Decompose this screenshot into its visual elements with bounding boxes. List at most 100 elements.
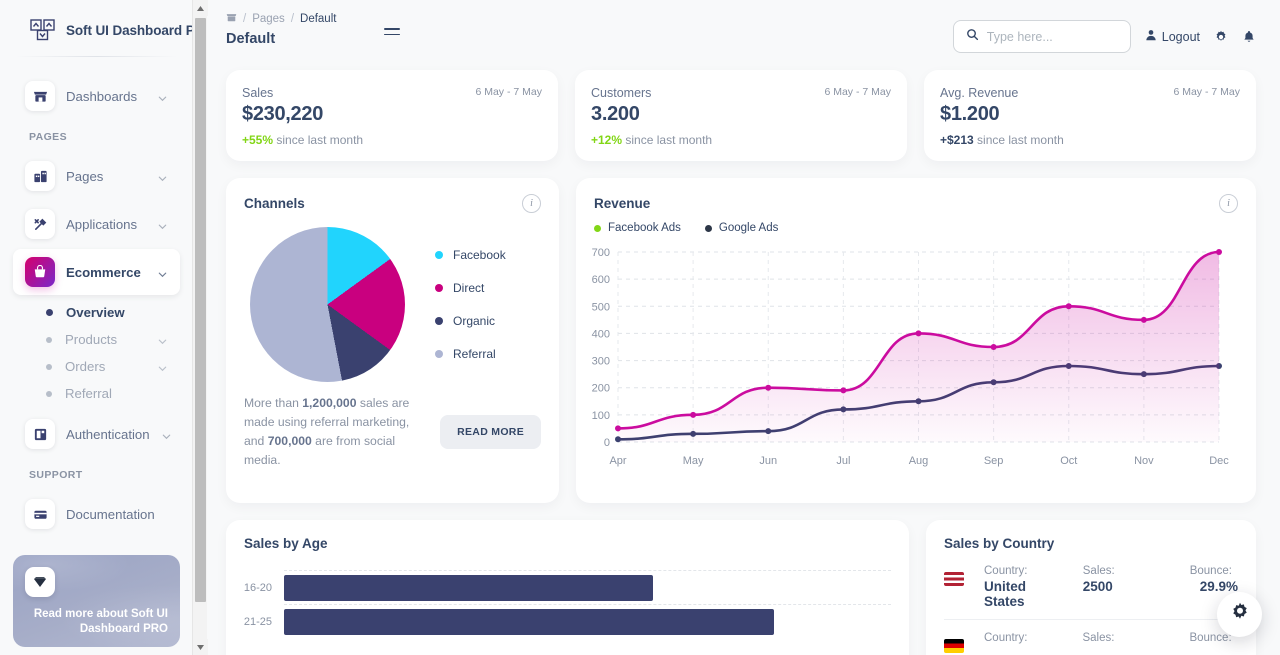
- x-axis-tick: Sep: [984, 455, 1004, 467]
- sidebar-item-applications[interactable]: Applications: [13, 201, 180, 247]
- column-header-sales: Sales:: [1082, 565, 1115, 577]
- sidebar-item-overview[interactable]: Overview: [31, 299, 180, 326]
- cell-country: United States: [984, 579, 1026, 609]
- search-input[interactable]: [986, 29, 1118, 44]
- data-point[interactable]: [1065, 303, 1072, 310]
- pie-legend-item[interactable]: Direct: [435, 281, 506, 295]
- bell-icon[interactable]: [1242, 30, 1256, 44]
- sidebar-item-documentation[interactable]: Documentation: [13, 491, 180, 537]
- stat-card-customers: Customers 6 May - 7 May 3.200 +12% since…: [575, 70, 907, 161]
- sidebar-nav: Dashboards PAGES Pages Applications Ecom…: [0, 57, 193, 537]
- logout-button[interactable]: Logout: [1145, 29, 1200, 44]
- sidebar-item-orders[interactable]: Orders: [31, 353, 180, 380]
- document-icon: [25, 419, 55, 449]
- data-point[interactable]: [765, 384, 772, 391]
- sidebar-item-label: Products: [65, 332, 118, 347]
- pie-legend-item[interactable]: Facebook: [435, 248, 506, 262]
- scroll-up-arrow-icon[interactable]: [193, 0, 208, 16]
- breadcrumb-parent[interactable]: Pages: [252, 13, 285, 25]
- shop-icon: [25, 81, 55, 111]
- legend-label: Facebook: [453, 248, 506, 262]
- channels-pie-chart[interactable]: [250, 227, 405, 382]
- pie-legend-item[interactable]: Organic: [435, 314, 506, 328]
- channels-card: Channels i Facebook Direct Organic Referral…: [226, 178, 559, 503]
- data-point[interactable]: [1140, 316, 1147, 323]
- y-axis-tick: 0: [604, 437, 610, 449]
- y-axis-tick: 300: [592, 356, 610, 368]
- brand-name: Soft UI Dashboard PRO: [66, 22, 193, 38]
- hamburger-icon[interactable]: [384, 28, 401, 39]
- chevron-down-icon: [157, 171, 168, 182]
- y-axis-tick: 200: [592, 383, 610, 395]
- sidebar-item-referral[interactable]: Referral: [31, 380, 180, 407]
- sidebar-item-ecommerce[interactable]: Ecommerce: [13, 249, 180, 295]
- table-row[interactable]: Country: Sales: Bounce:: [926, 620, 1256, 655]
- promo-card[interactable]: Read more about Soft UI Dashboard PRO: [13, 555, 180, 647]
- stat-title: Sales: [242, 86, 274, 100]
- x-axis-tick: Apr: [609, 455, 626, 467]
- settings-fab-button[interactable]: [1217, 592, 1262, 637]
- breadcrumb: / Pages / Default Default: [226, 12, 336, 47]
- revenue-line-chart[interactable]: 0 100 200 300 400 500 600 700 Apr May Jun Jul Aug Sep…: [576, 240, 1231, 480]
- search-box[interactable]: [952, 20, 1131, 53]
- sales-by-age-card: Sales by Age 16-20 21-25: [226, 520, 909, 655]
- sidebar-section-support: SUPPORT: [29, 469, 83, 481]
- bar[interactable]: [284, 609, 775, 635]
- credit-card-icon: [25, 499, 55, 529]
- cell-sales: 2500: [1082, 579, 1113, 594]
- gear-icon[interactable]: [1214, 30, 1228, 44]
- soft-ui-logo-icon: [30, 19, 56, 41]
- bar[interactable]: [284, 575, 654, 601]
- channels-description: More than 1,200,000 sales are made using…: [244, 394, 414, 470]
- data-point[interactable]: [915, 330, 922, 337]
- sidebar-scroll-area[interactable]: Soft UI Dashboard PRO Dashboards PAGES: [0, 0, 193, 655]
- sidebar-item-pages[interactable]: Pages: [13, 153, 180, 199]
- page-title: Default: [226, 31, 276, 47]
- sidebar-section-pages: PAGES: [29, 131, 67, 143]
- column-header-bounce: Bounce:: [1189, 632, 1232, 644]
- sidebar-item-label: Documentation: [66, 506, 155, 522]
- y-axis-tick: 100: [592, 410, 610, 422]
- info-icon[interactable]: i: [1219, 194, 1238, 213]
- bullet-icon: [46, 336, 52, 343]
- sidebar-scrollbar[interactable]: [192, 0, 208, 655]
- brand[interactable]: Soft UI Dashboard PRO: [0, 0, 193, 56]
- data-point[interactable]: [1216, 249, 1222, 255]
- x-axis-tick: Nov: [1134, 455, 1154, 467]
- scroll-down-arrow-icon[interactable]: [193, 639, 208, 655]
- dashboard-content: Sales 6 May - 7 May $230,220 +55% since …: [208, 62, 1280, 655]
- sidebar-scrollbar-thumb[interactable]: [195, 18, 206, 602]
- read-more-button[interactable]: READ MORE: [440, 414, 541, 449]
- table-row[interactable]: Country: United States Sales: 2500 Bounce: 29…: [926, 553, 1256, 619]
- sidebar-item-products[interactable]: Products: [31, 326, 180, 353]
- sidebar-item-authentication[interactable]: Authentication: [13, 411, 180, 457]
- copy-pre: More than: [244, 396, 303, 410]
- chevron-down-icon: [157, 361, 168, 372]
- shop-icon[interactable]: [226, 12, 237, 26]
- ecommerce-subnav: Overview Products Orders Referral: [31, 297, 180, 409]
- legend-dot-icon: [435, 350, 443, 358]
- x-axis-tick: Oct: [1060, 455, 1077, 467]
- y-axis-tick: 500: [592, 301, 610, 313]
- data-point[interactable]: [615, 425, 621, 432]
- stat-delta: +12% since last month: [591, 133, 891, 147]
- chevron-down-icon: [157, 219, 168, 230]
- data-point[interactable]: [990, 344, 997, 350]
- stat-value: $230,220: [242, 103, 324, 125]
- charts-row: Channels i Facebook Direct Organic Referral…: [226, 178, 1256, 503]
- info-icon[interactable]: i: [522, 194, 541, 213]
- chevron-down-icon: [157, 267, 168, 278]
- card-title: Sales by Age: [244, 536, 328, 551]
- legend-label: Google Ads: [718, 222, 779, 234]
- sidebar-item-dashboards[interactable]: Dashboards: [13, 73, 180, 119]
- data-point[interactable]: [690, 411, 697, 418]
- bar-row: 16-20: [240, 570, 891, 605]
- stat-delta-value: +$213: [940, 133, 974, 147]
- revenue-legend-item[interactable]: Facebook Ads: [594, 222, 681, 234]
- pie-legend-item[interactable]: Referral: [435, 347, 506, 361]
- country-rows: Country: United States Sales: 2500 Bounce: 29…: [926, 553, 1256, 655]
- bar-track: [284, 570, 891, 601]
- revenue-legend-item[interactable]: Google Ads: [704, 222, 779, 234]
- data-point[interactable]: [840, 387, 847, 394]
- search-icon: [966, 28, 979, 46]
